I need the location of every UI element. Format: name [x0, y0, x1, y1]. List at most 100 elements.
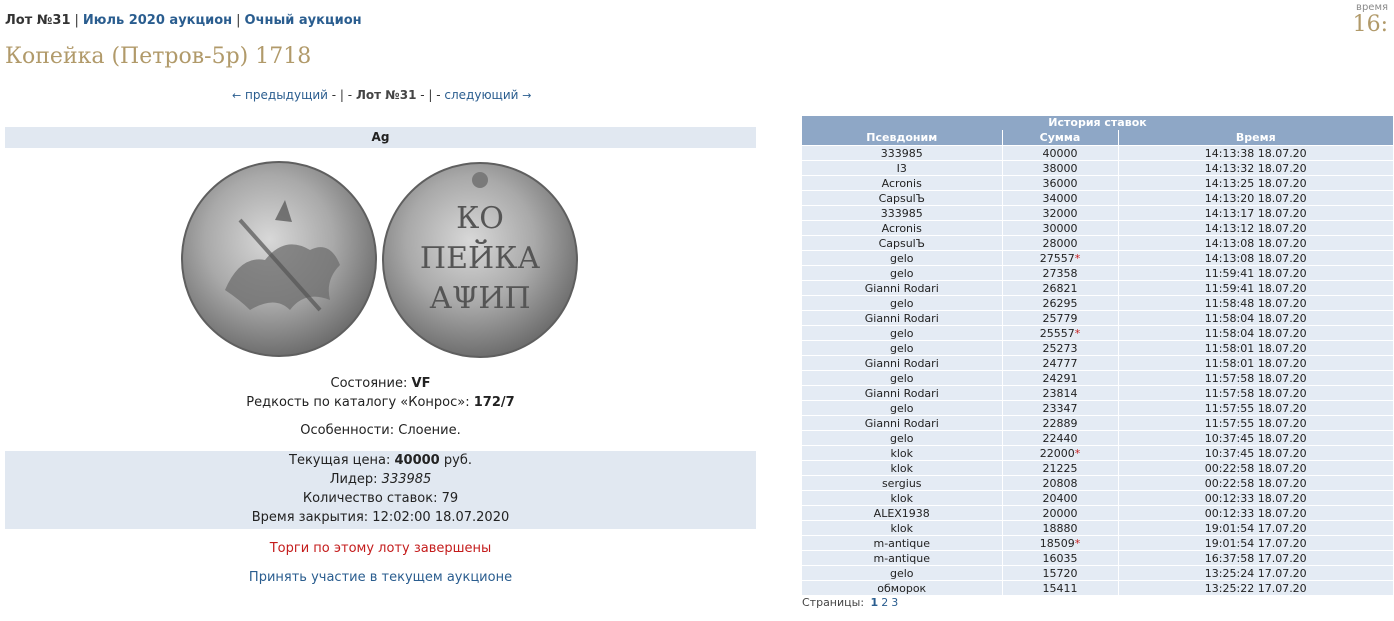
join-auction-link[interactable]: Принять участие в текущем аукционе	[5, 570, 756, 585]
bid-sum: 26821	[1001, 280, 1118, 296]
table-row: klok 22000* 10:37:45 18.07.20	[802, 445, 1393, 461]
bid-time: 11:58:04 18.07.20	[1117, 310, 1393, 326]
table-row: sergius 20808 00:22:58 18.07.20	[802, 475, 1393, 491]
bid-sum-value: 20400	[1042, 491, 1078, 505]
bid-time: 10:37:45 18.07.20	[1117, 430, 1393, 446]
bids-count-value: 79	[441, 491, 459, 506]
bid-sum: 15411	[1001, 580, 1118, 595]
bid-sum-value: 27358	[1042, 266, 1078, 280]
breadcrumb-type-link[interactable]: Очный аукцион	[245, 13, 362, 28]
bid-sum: 24777	[1001, 355, 1118, 371]
close-time-value: 12:02:00 18.07.2020	[372, 510, 510, 525]
bid-nick: gelo	[802, 250, 1002, 266]
next-lot-link[interactable]: следующий	[444, 88, 518, 102]
table-row: klok 21225 00:22:58 18.07.20	[802, 460, 1393, 476]
bid-sum-value: 26821	[1042, 281, 1078, 295]
bid-nick: I3	[802, 160, 1002, 176]
table-row: klok 18880 19:01:54 17.07.20	[802, 520, 1393, 536]
bid-nick: m-antique	[802, 550, 1002, 566]
leader-label: Лидер:	[329, 472, 378, 487]
bid-nick: gelo	[802, 565, 1002, 581]
bids-count-label: Количество ставок:	[302, 491, 438, 506]
bid-nick: Gianni Rodari	[802, 280, 1002, 296]
table-row: gelo 26295 11:58:48 18.07.20	[802, 295, 1393, 311]
bid-sum-value: 15411	[1042, 581, 1078, 595]
leader-value: 333985	[381, 472, 432, 487]
bid-sum-value: 25273	[1042, 341, 1078, 355]
bid-sum-value: 20808	[1042, 476, 1078, 490]
pagination-label: Страницы:	[802, 596, 865, 609]
bid-time: 14:13:20 18.07.20	[1117, 190, 1393, 206]
table-row: Gianni Rodari 25779 11:58:04 18.07.20	[802, 310, 1393, 326]
coin-obverse[interactable]	[181, 161, 377, 357]
table-row: gelo 27557* 14:13:08 18.07.20	[802, 250, 1393, 266]
condition-value: VF	[411, 376, 431, 391]
auto-bid-star-icon: *	[1074, 251, 1081, 265]
bid-sum-value: 16035	[1042, 551, 1078, 565]
current-price-label: Текущая цена:	[289, 453, 391, 468]
auto-bid-star-icon: *	[1074, 326, 1081, 340]
server-time-value: 16:	[1352, 12, 1388, 37]
table-row: Acronis 30000 14:13:12 18.07.20	[802, 220, 1393, 236]
bid-sum-value: 34000	[1042, 191, 1078, 205]
close-time-line: Время закрытия: 12:02:00 18.07.2020	[5, 508, 756, 527]
bid-nick: Gianni Rodari	[802, 385, 1002, 401]
bid-nick: klok	[802, 460, 1002, 476]
bid-sum-value: 22440	[1042, 431, 1078, 445]
bid-sum: 23347	[1001, 400, 1118, 416]
condition-line: Состояние: VF	[5, 376, 756, 391]
current-price-line: Текущая цена: 40000 руб.	[5, 451, 756, 470]
table-row: 333985 40000 14:13:38 18.07.20	[802, 145, 1393, 161]
rarity-value: 172/7	[473, 395, 515, 410]
pagination: Страницы: 123	[802, 596, 898, 609]
prev-lot-link[interactable]: предыдущий	[245, 88, 328, 102]
bid-sum: 36000	[1001, 175, 1118, 191]
metal-header: Ag	[5, 127, 756, 148]
bid-nick: m-antique	[802, 535, 1002, 551]
bid-sum: 40000	[1001, 145, 1118, 161]
coin-reverse[interactable]: КО ПЕЙКА АΨИП	[382, 162, 578, 358]
breadcrumb-lot: Лот №31	[5, 13, 71, 28]
page-link-3[interactable]: 3	[891, 596, 898, 609]
page-link-2[interactable]: 2	[881, 596, 888, 609]
bid-sum-value: 27557	[1039, 251, 1075, 265]
bid-sum: 21225	[1001, 460, 1118, 476]
table-row: Acronis 36000 14:13:25 18.07.20	[802, 175, 1393, 191]
bid-sum-value: 24291	[1042, 371, 1078, 385]
bid-sum: 25557*	[1001, 325, 1118, 341]
bid-time: 00:12:33 18.07.20	[1117, 505, 1393, 521]
bid-sum: 20808	[1001, 475, 1118, 491]
bid-sum-value: 23347	[1042, 401, 1078, 415]
coin-images[interactable]: КО ПЕЙКА АΨИП	[180, 160, 580, 360]
bid-sum-value: 20000	[1042, 506, 1078, 520]
table-row: gelo 25273 11:58:01 18.07.20	[802, 340, 1393, 356]
bid-nick: gelo	[802, 295, 1002, 311]
table-row: CapsulЪ 34000 14:13:20 18.07.20	[802, 190, 1393, 206]
bid-time: 11:58:48 18.07.20	[1117, 295, 1393, 311]
bid-sum: 38000	[1001, 160, 1118, 176]
bid-nick: 333985	[802, 205, 1002, 221]
bid-time: 11:57:55 18.07.20	[1117, 415, 1393, 431]
bid-time: 14:13:08 18.07.20	[1117, 235, 1393, 251]
bid-time: 11:57:58 18.07.20	[1117, 385, 1393, 401]
bid-sum: 20400	[1001, 490, 1118, 506]
breadcrumb-auction-link[interactable]: Июль 2020 аукцион	[83, 13, 232, 28]
table-row: gelo 23347 11:57:55 18.07.20	[802, 400, 1393, 416]
bid-nick: gelo	[802, 265, 1002, 281]
table-row: Gianni Rodari 24777 11:58:01 18.07.20	[802, 355, 1393, 371]
bid-nick: sergius	[802, 475, 1002, 491]
bid-time: 10:37:45 18.07.20	[1117, 445, 1393, 461]
current-price-value: 40000	[394, 453, 440, 468]
bid-time: 14:13:12 18.07.20	[1117, 220, 1393, 236]
coin-reverse-line-3: АΨИП	[429, 281, 530, 316]
bid-time: 14:13:38 18.07.20	[1117, 145, 1393, 161]
bid-nick: CapsulЪ	[802, 235, 1002, 251]
table-row: klok 20400 00:12:33 18.07.20	[802, 490, 1393, 506]
page-link-1[interactable]: 1	[871, 596, 879, 609]
bid-time: 11:57:58 18.07.20	[1117, 370, 1393, 386]
bid-sum-value: 25779	[1042, 311, 1078, 325]
features-label: Особенности:	[300, 423, 395, 438]
table-row: CapsulЪ 28000 14:13:08 18.07.20	[802, 235, 1393, 251]
bid-sum: 32000	[1001, 205, 1118, 221]
bid-time: 19:01:54 17.07.20	[1117, 520, 1393, 536]
